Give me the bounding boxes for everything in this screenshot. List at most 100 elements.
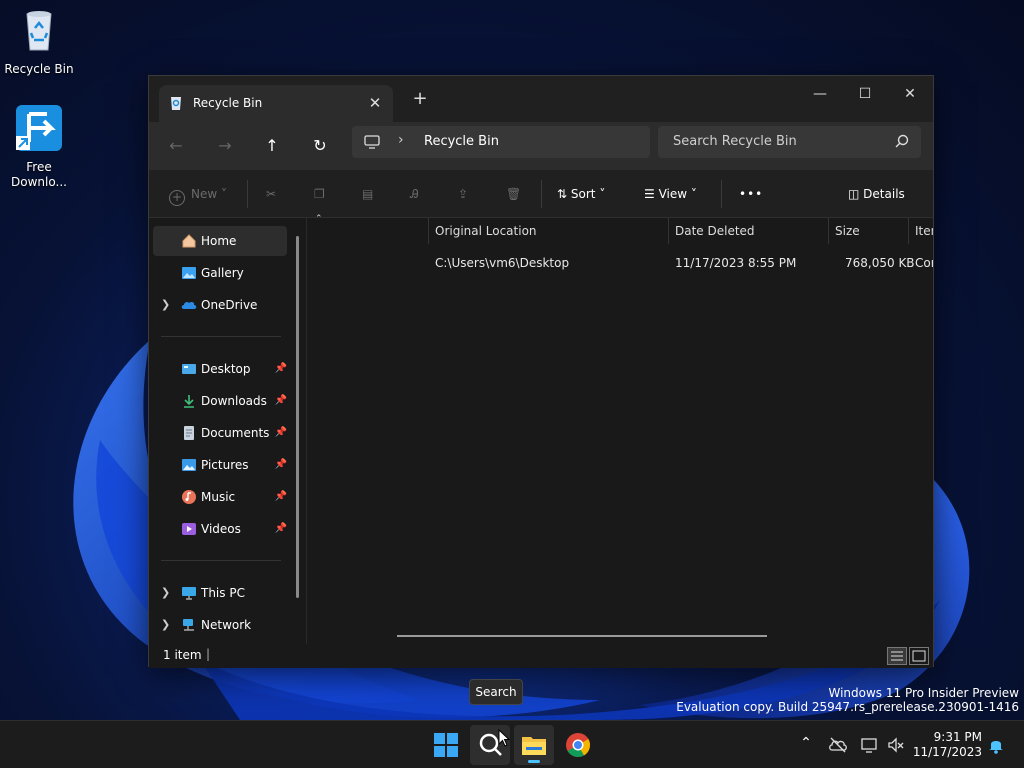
computer-icon [182, 587, 196, 600]
chevron-right-icon[interactable]: › [398, 132, 404, 148]
sort-caret-icon: ⌃ [315, 214, 323, 224]
nav-scrollbar[interactable] [296, 236, 299, 598]
start-button[interactable] [426, 725, 466, 765]
nav-label: Desktop [201, 362, 251, 376]
horizontal-scrollbar[interactable] [397, 635, 767, 637]
nav-item-videos[interactable]: Videos 📌 [153, 514, 287, 544]
status-separator: | [206, 647, 211, 661]
up-button[interactable]: ↑ [257, 131, 287, 161]
chevron-right-icon[interactable]: ❯ [161, 290, 170, 320]
volume-muted-icon[interactable] [886, 735, 906, 755]
plus-circle-icon: + [169, 190, 185, 206]
chrome-taskbar-button[interactable] [558, 725, 598, 765]
copy-button[interactable]: ❐ [314, 182, 325, 206]
nav-item-music[interactable]: Music 📌 [153, 482, 287, 512]
nav-item-network[interactable]: ❯ Network [153, 610, 287, 640]
navigation-bar: ← → ↑ ↻ › Recycle Bin Search Recycle Bin [149, 122, 933, 170]
network-status-icon[interactable] [860, 735, 880, 755]
nav-item-this-pc[interactable]: ❯ This PC [153, 578, 287, 608]
separator [721, 180, 722, 208]
running-indicator [528, 760, 540, 763]
nav-item-pictures[interactable]: Pictures 📌 [153, 450, 287, 480]
desktop-icon-free-download-manager[interactable]: Free Downlo... [1, 104, 77, 190]
new-tab-button[interactable]: + [409, 88, 431, 110]
search-input[interactable]: Search Recycle Bin [658, 126, 921, 158]
column-header-date-deleted[interactable]: Date Deleted [668, 218, 828, 244]
paste-button[interactable]: ▤ [362, 182, 373, 206]
more-options-button[interactable]: ••• [739, 182, 763, 206]
nav-label: Network [201, 618, 252, 632]
maximize-button[interactable]: ☐ [842, 80, 888, 108]
desktop-icon-recycle-bin[interactable]: Recycle Bin [1, 6, 77, 77]
column-header-item-type[interactable]: Item [908, 218, 933, 244]
nav-item-gallery[interactable]: Gallery [153, 258, 287, 288]
pin-icon[interactable]: 📌 [275, 450, 287, 480]
pin-icon[interactable]: 📌 [275, 418, 287, 448]
breadcrumb-recycle-bin[interactable]: Recycle Bin [424, 134, 499, 149]
forward-button[interactable]: → [210, 131, 240, 161]
column-header-size[interactable]: Size [828, 218, 908, 244]
separator [541, 180, 542, 208]
video-icon [182, 523, 196, 535]
pin-icon[interactable]: 📌 [275, 514, 287, 544]
details-view-button[interactable] [887, 647, 907, 665]
minimize-button[interactable]: — [797, 80, 843, 108]
tab-recycle-bin[interactable]: Recycle Bin ✕ [159, 85, 393, 123]
close-tab-button[interactable]: ✕ [365, 93, 385, 113]
back-button[interactable]: ← [161, 131, 191, 161]
delete-button[interactable]: 🗑 [506, 182, 521, 206]
notification-bell-icon[interactable] [986, 735, 1006, 755]
chevron-right-icon[interactable]: ❯ [161, 578, 170, 608]
network-icon [183, 619, 194, 631]
search-icon [895, 134, 909, 148]
nav-item-downloads[interactable]: Downloads 📌 [153, 386, 287, 416]
nav-item-home[interactable]: Home [153, 226, 287, 256]
details-button[interactable]: ◫ Details [848, 182, 905, 206]
new-label: New [191, 187, 218, 201]
nav-label: Pictures [201, 458, 249, 472]
close-window-button[interactable]: ✕ [887, 80, 933, 108]
onedrive-offline-icon[interactable] [828, 735, 848, 755]
nav-label: Documents [201, 426, 270, 440]
cell-date-deleted: 11/17/2023 8:55 PM [675, 256, 797, 270]
file-explorer-taskbar-button[interactable] [514, 725, 554, 765]
nav-item-desktop[interactable]: Desktop 📌 [153, 354, 287, 384]
sort-button[interactable]: ⇅ Sort ˅ [557, 182, 605, 206]
home-icon [182, 234, 196, 248]
recycle-bin-icon [171, 97, 181, 110]
cut-button[interactable]: ✂ [266, 182, 276, 206]
tiles-view-button[interactable] [909, 647, 929, 665]
chevron-right-icon[interactable]: ❯ [161, 610, 170, 640]
pin-icon[interactable]: 📌 [275, 354, 287, 384]
share-button[interactable]: ⇪ [458, 182, 468, 206]
nav-item-onedrive[interactable]: ❯ OneDrive [153, 290, 287, 320]
details-label: Details [863, 187, 905, 201]
rename-button[interactable]: Ꭿ [410, 182, 419, 206]
search-tooltip: Search [469, 679, 523, 705]
document-icon [184, 426, 194, 440]
nav-label: Gallery [201, 266, 244, 280]
address-bar[interactable]: › Recycle Bin [352, 126, 650, 158]
refresh-button[interactable]: ↻ [305, 131, 335, 161]
evaluation-watermark: Windows 11 Pro Insider Preview Evaluatio… [676, 686, 1019, 714]
view-button[interactable]: ☰ View ˅ [644, 182, 697, 206]
nav-label: Music [201, 490, 236, 504]
navigation-pane: Home Gallery ❯ OneDrive Desktop 📌 Downlo… [149, 218, 307, 644]
desktop-icon-label: Recycle Bin [4, 62, 74, 76]
gallery-icon [182, 267, 196, 279]
mouse-cursor-icon [498, 729, 510, 747]
pin-icon[interactable]: 📌 [275, 386, 287, 416]
new-button[interactable]: + New ˅ [169, 182, 227, 206]
clipboard-icon: ▤ [362, 187, 374, 201]
column-header-original-location[interactable]: Original Location [428, 218, 668, 244]
chrome-icon [566, 733, 591, 758]
download-manager-icon [16, 105, 62, 151]
cloud-icon [181, 301, 197, 309]
system-clock[interactable]: 9:31 PM 11/17/2023 [913, 730, 982, 760]
nav-label: Downloads [201, 394, 267, 408]
chevron-up-icon[interactable]: ⌃ [796, 735, 816, 755]
pin-icon[interactable]: 📌 [275, 482, 287, 512]
search-placeholder: Search Recycle Bin [673, 134, 797, 149]
command-bar: + New ˅ ✂ ❐ ▤ Ꭿ ⇪ 🗑 ⇅ Sort ˅ ☰ View ˅ •••… [149, 170, 933, 218]
nav-item-documents[interactable]: Documents 📌 [153, 418, 287, 448]
